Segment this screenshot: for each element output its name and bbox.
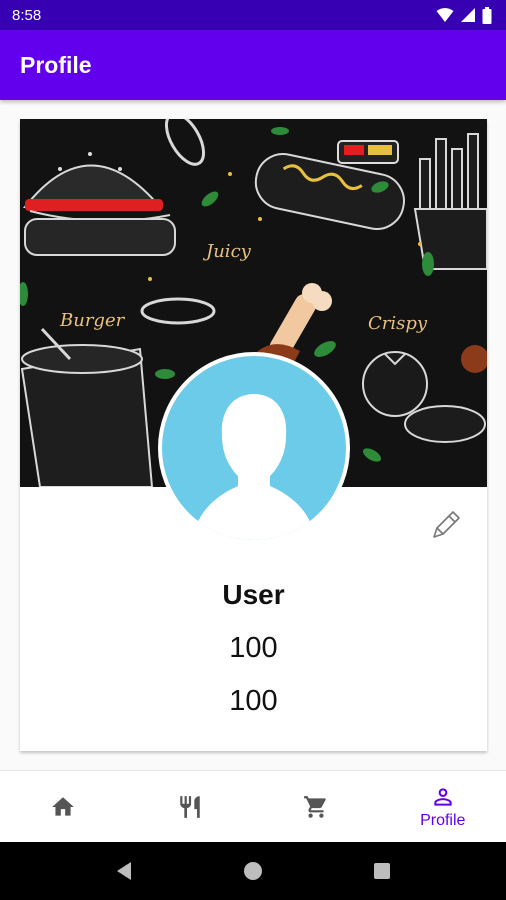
wifi-icon (436, 8, 454, 22)
recents-button[interactable] (362, 851, 402, 891)
banner-label-juicy: Juicy (202, 241, 252, 262)
signal-icon (461, 8, 475, 22)
nav-item-home[interactable] (0, 771, 127, 842)
nav-item-profile[interactable]: Profile (380, 771, 506, 842)
person-silhouette-icon (196, 394, 312, 540)
recents-square-icon (373, 863, 390, 879)
profile-stat-value: 100 (229, 632, 278, 664)
home-circle-icon (243, 862, 262, 880)
home-button[interactable] (233, 851, 273, 891)
nav-item-cart[interactable] (253, 771, 380, 842)
banner-label-crispy: Crispy (368, 313, 428, 334)
status-time: 8:58 (12, 6, 42, 24)
app-bar: Profile (0, 30, 506, 100)
person-icon (434, 787, 452, 806)
status-icons (436, 6, 492, 24)
back-button[interactable] (104, 851, 144, 891)
banner-label-burger: Burger (59, 310, 126, 331)
avatar[interactable] (158, 352, 350, 544)
status-bar: 8:58 (0, 0, 506, 30)
home-icon (52, 796, 75, 816)
page-title: Profile (20, 51, 92, 78)
user-name: User (222, 579, 285, 610)
profile-card: Juicy Burger Crispy User 100 100 (20, 119, 487, 751)
edit-profile-button[interactable] (426, 505, 466, 545)
pencil-icon (433, 511, 460, 538)
cart-icon (304, 795, 327, 818)
tomato-doodle (362, 351, 428, 417)
system-navigation-bar (0, 842, 506, 900)
cup-doodle (20, 327, 154, 487)
profile-stat-value: 100 (229, 685, 278, 717)
back-triangle-icon (117, 862, 132, 880)
battery-icon (482, 6, 492, 24)
nav-item-menu[interactable] (127, 771, 254, 842)
pizza-doodle (404, 405, 486, 443)
bottom-navigation: Profile (0, 770, 506, 842)
restaurant-icon (180, 795, 200, 818)
nav-item-profile-label: Profile (420, 811, 466, 829)
